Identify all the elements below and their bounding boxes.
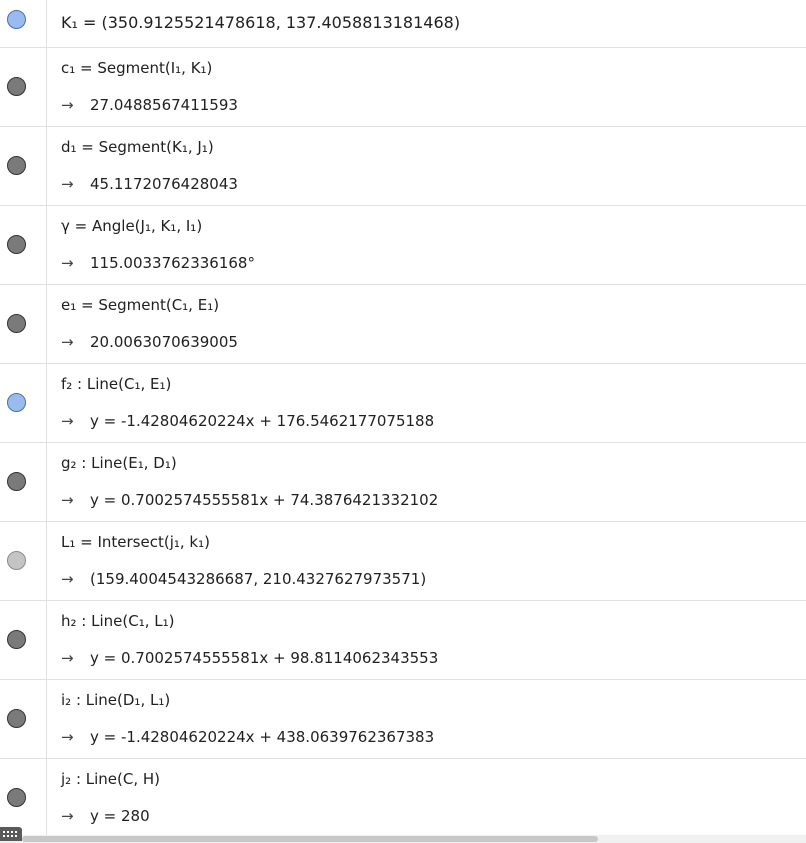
visibility-marble-icon[interactable] (7, 235, 26, 254)
algebra-view: K₁ = (350.9125521478618, 137.40588131814… (0, 0, 806, 835)
visibility-marble-icon[interactable] (7, 393, 26, 412)
marble-gutter (0, 759, 47, 835)
algebra-row[interactable]: j₂ : Line(C, H) → y = 280 (0, 759, 806, 835)
algebra-row[interactable]: f₂ : Line(C₁, E₁) → y = -1.42804620224x +… (0, 364, 806, 443)
output-line: → y = 280 (61, 806, 150, 826)
marble-gutter (0, 285, 47, 363)
output-line: → 20.0063070639005 (61, 332, 238, 352)
definition-text[interactable]: h₂ : Line(C₁, L₁) (61, 611, 174, 631)
arrow-icon: → (61, 728, 74, 746)
arrow-icon: → (61, 333, 74, 351)
scrollbar-thumb[interactable] (22, 836, 598, 842)
output-value: 45.1172076428043 (90, 175, 238, 193)
arrow-icon: → (61, 96, 74, 114)
definition-text[interactable]: L₁ = Intersect(j₁, k₁) (61, 532, 210, 552)
output-value: 115.0033762336168° (90, 254, 255, 272)
algebra-row[interactable]: i₂ : Line(D₁, L₁) → y = -1.42804620224x +… (0, 680, 806, 759)
definition-text[interactable]: f₂ : Line(C₁, E₁) (61, 374, 171, 394)
definition-text[interactable]: e₁ = Segment(C₁, E₁) (61, 295, 219, 315)
definition-text[interactable]: g₂ : Line(E₁, D₁) (61, 453, 177, 473)
output-line: → 115.0033762336168° (61, 253, 255, 273)
marble-gutter (0, 48, 47, 126)
output-value: y = 280 (90, 807, 150, 825)
arrow-icon: → (61, 254, 74, 272)
arrow-icon: → (61, 175, 74, 193)
marble-gutter (0, 0, 47, 47)
visibility-marble-icon[interactable] (7, 788, 26, 807)
visibility-marble-icon[interactable] (7, 77, 26, 96)
output-value: 20.0063070639005 (90, 333, 238, 351)
definition-text[interactable]: j₂ : Line(C, H) (61, 769, 160, 789)
output-value: y = -1.42804620224x + 438.0639762367383 (90, 728, 435, 746)
keyboard-icon[interactable] (0, 827, 22, 841)
output-value: y = -1.42804620224x + 176.5462177075188 (90, 412, 435, 430)
visibility-marble-icon[interactable] (7, 314, 26, 333)
output-line: → y = 0.7002574555581x + 74.3876421332102 (61, 490, 438, 510)
marble-gutter (0, 522, 47, 600)
marble-gutter (0, 680, 47, 758)
visibility-marble-icon[interactable] (7, 156, 26, 175)
visibility-marble-icon[interactable] (7, 472, 26, 491)
algebra-row[interactable]: c₁ = Segment(I₁, K₁) → 27.0488567411593 (0, 48, 806, 127)
visibility-marble-icon[interactable] (7, 551, 26, 570)
visibility-marble-icon[interactable] (7, 10, 26, 29)
arrow-icon: → (61, 412, 74, 430)
algebra-row[interactable]: h₂ : Line(C₁, L₁) → y = 0.7002574555581x … (0, 601, 806, 680)
definition-text[interactable]: d₁ = Segment(K₁, J₁) (61, 137, 214, 157)
definition-text[interactable]: γ = Angle(J₁, K₁, I₁) (61, 216, 202, 236)
algebra-row[interactable]: d₁ = Segment(K₁, J₁) → 45.1172076428043 (0, 127, 806, 206)
definition-text[interactable]: i₂ : Line(D₁, L₁) (61, 690, 170, 710)
marble-gutter (0, 206, 47, 284)
marble-gutter (0, 443, 47, 521)
definition-text[interactable]: K₁ = (350.9125521478618, 137.40588131814… (61, 13, 460, 33)
output-value: (159.4004543286687, 210.4327627973571) (90, 570, 427, 588)
marble-gutter (0, 127, 47, 205)
arrow-icon: → (61, 570, 74, 588)
algebra-row[interactable]: γ = Angle(J₁, K₁, I₁) → 115.0033762336168… (0, 206, 806, 285)
output-value: y = 0.7002574555581x + 98.8114062343553 (90, 649, 439, 667)
output-line: → y = 0.7002574555581x + 98.8114062343553 (61, 648, 438, 668)
output-value: y = 0.7002574555581x + 74.3876421332102 (90, 491, 439, 509)
marble-gutter (0, 364, 47, 442)
arrow-icon: → (61, 807, 74, 825)
output-line: → y = -1.42804620224x + 438.0639762367383 (61, 727, 434, 747)
output-value: 27.0488567411593 (90, 96, 238, 114)
visibility-marble-icon[interactable] (7, 630, 26, 649)
marble-gutter (0, 601, 47, 679)
visibility-marble-icon[interactable] (7, 709, 26, 728)
arrow-icon: → (61, 491, 74, 509)
output-line: → (159.4004543286687, 210.4327627973571) (61, 569, 426, 589)
algebra-row[interactable]: g₂ : Line(E₁, D₁) → y = 0.7002574555581x … (0, 443, 806, 522)
arrow-icon: → (61, 649, 74, 667)
algebra-row[interactable]: K₁ = (350.9125521478618, 137.40588131814… (0, 0, 806, 48)
output-line: → 45.1172076428043 (61, 174, 238, 194)
algebra-row[interactable]: L₁ = Intersect(j₁, k₁) → (159.40045432866… (0, 522, 806, 601)
output-line: → y = -1.42804620224x + 176.5462177075188 (61, 411, 434, 431)
algebra-row[interactable]: e₁ = Segment(C₁, E₁) → 20.0063070639005 (0, 285, 806, 364)
definition-text[interactable]: c₁ = Segment(I₁, K₁) (61, 58, 212, 78)
output-line: → 27.0488567411593 (61, 95, 238, 115)
